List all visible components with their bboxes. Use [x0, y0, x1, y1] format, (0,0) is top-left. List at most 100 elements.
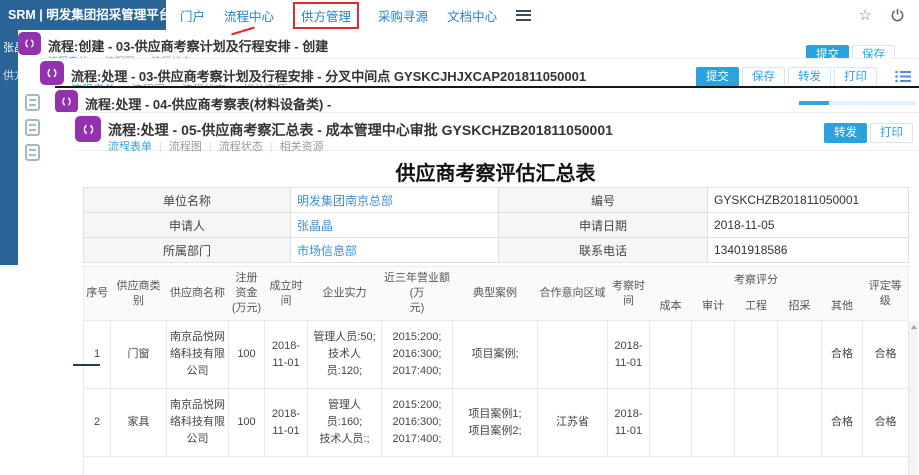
- forward-button[interactable]: 转发: [824, 123, 867, 143]
- col-header: 注册资金 (万元): [229, 267, 265, 321]
- table-cell: 管理人员:50; 技术人员:120;: [308, 321, 382, 389]
- review-table-body: 1门窗南京品悦网络科技有限公司1002018-11-01管理人员:50; 技术人…: [84, 321, 909, 475]
- table-cell: 100: [229, 389, 265, 457]
- table-cell: 2018-11-01: [265, 321, 308, 389]
- tab-process-status[interactable]: 流程状态: [219, 141, 263, 153]
- col-header: 近三年营业额(万 元): [382, 267, 453, 321]
- tab-process-diagram[interactable]: 流程图: [169, 141, 202, 153]
- nav-portal[interactable]: 门户: [180, 6, 205, 25]
- phone-value: 13401918586: [708, 238, 909, 263]
- score-col-header: 工程: [735, 294, 778, 321]
- table-cell: [538, 321, 608, 389]
- topbar-actions: ☆: [859, 0, 905, 30]
- table-cell: 2: [84, 389, 111, 457]
- screen: SRM | 明发集团招采管理平台 门户 流程中心 供方管理 采购寻源 文档中心 …: [0, 0, 919, 475]
- form-doc-icon[interactable]: [25, 119, 40, 136]
- tab-process-form[interactable]: 流程表单: [108, 141, 152, 153]
- window-edge-dash: [73, 364, 100, 366]
- table-cell: [692, 389, 735, 457]
- col-header: 成立时间: [265, 267, 308, 321]
- tab-related-resources[interactable]: 相关资源: [280, 141, 324, 153]
- sidebar-menu-supplier[interactable]: 供方管理: [3, 67, 18, 83]
- window1-buttons: 提交 保存: [806, 45, 895, 58]
- window4-buttons: 转发 打印: [824, 123, 913, 143]
- field-label: 所属部门: [84, 238, 291, 263]
- table-cell: 2018-11-01: [608, 321, 650, 389]
- app-logo: SRM | 明发集团招采管理平台: [0, 0, 166, 30]
- window-create-plan: 流程:创建 - 03-供应商考察计划及行程安排 - 创建 流程表单|流程图|流程…: [18, 30, 919, 58]
- unit-name-value[interactable]: 明发集团南京总部: [291, 188, 499, 213]
- score-col-header: 成本: [650, 294, 692, 321]
- col-header: 典型案例: [453, 267, 538, 321]
- table-cell: [735, 389, 778, 457]
- field-label: 申请日期: [499, 213, 708, 238]
- scrollbar-thumb[interactable]: [799, 101, 829, 105]
- table-cell: 2018-11-01: [608, 389, 650, 457]
- document-title: 供应商考察评估汇总表: [83, 157, 908, 186]
- table-cell: [650, 389, 692, 457]
- empty-cell: [84, 457, 909, 475]
- nav-document-center[interactable]: 文档中心: [447, 6, 497, 25]
- form-row: 所属部门 市场信息部 联系电话 13401918586: [84, 238, 909, 263]
- sidebar-sub-icons: [25, 94, 40, 169]
- table-cell: 项目案例;: [453, 321, 538, 389]
- field-label: 编号: [499, 188, 708, 213]
- nav-process-center[interactable]: 流程中心: [224, 6, 274, 25]
- applicant-value[interactable]: 张晶晶: [291, 213, 499, 238]
- window-header: 流程:处理 - 05-供应商考察汇总表 - 成本管理中心审批 GYSKCHZB2…: [75, 113, 919, 151]
- table-cell: 江苏省: [538, 389, 608, 457]
- apply-date-value: 2018-11-05: [708, 213, 909, 238]
- col-header: 考察时间: [608, 267, 650, 321]
- table-cell: 1: [84, 321, 111, 389]
- process-icon: [40, 61, 64, 85]
- table-cell: [778, 321, 822, 389]
- form-doc-icon[interactable]: [25, 94, 40, 111]
- table-row: 2家具南京品悦网络科技有限公司1002018-11-01管理人员:160; 技术…: [84, 389, 909, 457]
- horizontal-scrollbar[interactable]: [799, 101, 916, 105]
- submit-button[interactable]: 提交: [806, 45, 849, 58]
- window-title: 流程:处理 - 05-供应商考察汇总表 - 成本管理中心审批 GYSKCHZB2…: [108, 120, 613, 140]
- table-cell: 合格: [863, 321, 909, 389]
- form-row: 申请人 张晶晶 申请日期 2018-11-05: [84, 213, 909, 238]
- scroll-up-arrow[interactable]: [911, 325, 917, 329]
- nav-more-icon[interactable]: [516, 10, 531, 21]
- process-icon: [18, 32, 41, 55]
- score-col-header: 招采: [778, 294, 822, 321]
- process-icon: [75, 116, 101, 142]
- window-handle-plan-fork: 流程:处理 - 03-供应商考察计划及行程安排 - 分叉中间点 GYSKCJHJ…: [40, 58, 919, 86]
- form-row: 单位名称 明发集团南京总部 编号 GYSKCHZB201811050001: [84, 188, 909, 213]
- nav-sourcing[interactable]: 采购寻源: [378, 6, 428, 25]
- table-cell: [778, 389, 822, 457]
- table-cell: 南京品悦网络科技有限公司: [167, 321, 229, 389]
- table-header: 序号 供应商类别 供应商名称 注册资金 (万元) 成立时间 企业实力 近三年营业…: [84, 267, 909, 321]
- department-value[interactable]: 市场信息部: [291, 238, 499, 263]
- print-button[interactable]: 打印: [870, 123, 913, 143]
- forward-button[interactable]: 转发: [788, 67, 831, 86]
- table-cell: 管理人员:160; 技术人员:;: [308, 389, 382, 457]
- table-cell: 南京品悦网络科技有限公司: [167, 389, 229, 457]
- vertical-scrollbar[interactable]: [908, 321, 918, 475]
- sidebar-user-name[interactable]: 张晶晶: [3, 39, 18, 55]
- window-summary-approval: 流程:处理 - 05-供应商考察汇总表 - 成本管理中心审批 GYSKCHZB2…: [75, 112, 919, 475]
- col-header: 评定等级: [863, 267, 909, 321]
- table-cell: 2015:200; 2016:300; 2017:400;: [382, 321, 453, 389]
- nav-supplier-management[interactable]: 供方管理: [293, 2, 359, 29]
- table-cell: 合格: [863, 389, 909, 457]
- print-button[interactable]: 打印: [834, 67, 877, 86]
- table-cell: [692, 321, 735, 389]
- col-header: 序号: [84, 267, 111, 321]
- form-doc-icon[interactable]: [25, 144, 40, 161]
- list-icon[interactable]: [895, 70, 911, 83]
- save-button[interactable]: 保存: [742, 67, 785, 86]
- submit-button[interactable]: 提交: [696, 67, 739, 86]
- table-cell: 项目案例1; 项目案例2;: [453, 389, 538, 457]
- score-group-header: 考察评分: [650, 267, 863, 294]
- table-cell: 门窗: [111, 321, 167, 389]
- table-cell: 2018-11-01: [265, 389, 308, 457]
- favorite-icon[interactable]: ☆: [859, 8, 872, 23]
- window-title: 流程:处理 - 04-供应商考察表(材料设备类) -: [85, 94, 331, 112]
- save-button[interactable]: 保存: [852, 45, 895, 58]
- col-header: 合作意向区域: [538, 267, 608, 321]
- field-label: 申请人: [84, 213, 291, 238]
- power-icon[interactable]: [890, 8, 905, 23]
